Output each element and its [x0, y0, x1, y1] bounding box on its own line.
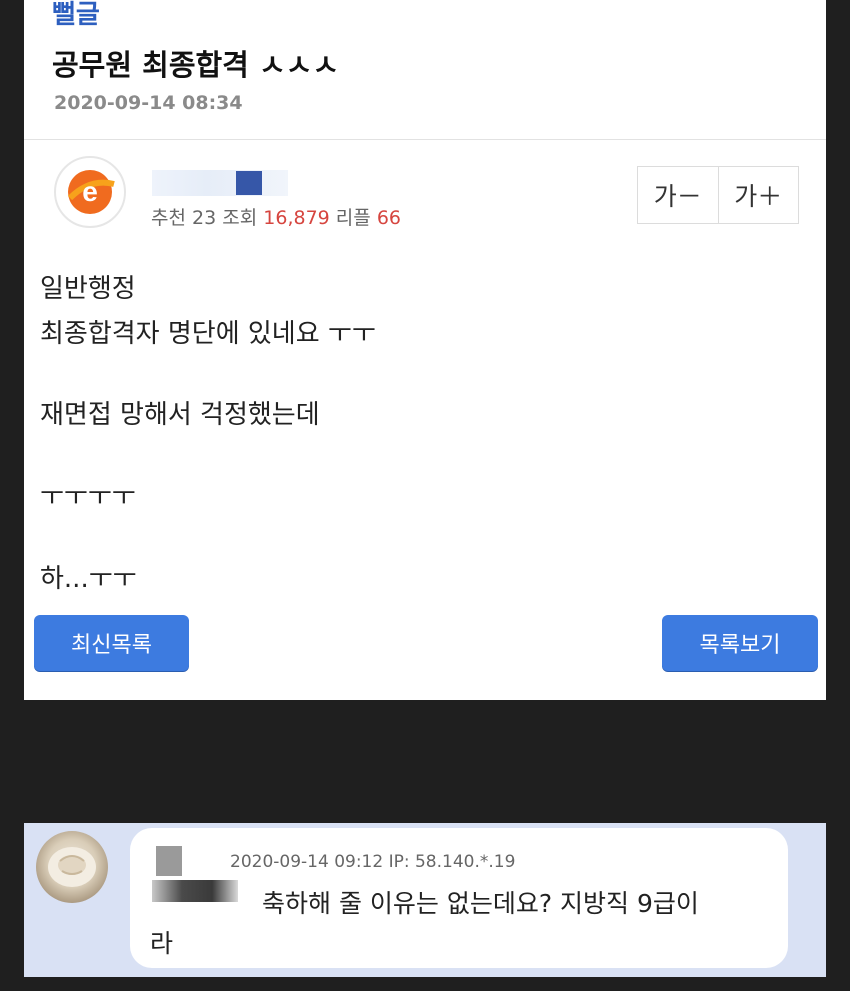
comment-text-line-1: 축하해 줄 이유는 없는데요? 지방직 9급이 [262, 889, 699, 918]
recommend-label: 추천 [151, 207, 186, 229]
commenter-id-redacted [152, 880, 238, 902]
post-category[interactable]: 뻘글 [52, 0, 100, 31]
view-list-button[interactable]: 목록보기 [662, 615, 818, 671]
commenter-name-redacted [156, 846, 182, 876]
comment-bubble: 2020-09-14 09:12 IP: 58.140.*.19 축하해 줄 이… [130, 828, 788, 968]
author-name-redacted [152, 170, 288, 196]
replies-count: 66 [376, 207, 401, 229]
author-logo-icon[interactable]: e [54, 156, 126, 228]
post-date: 2020-09-14 08:34 [54, 92, 243, 114]
e-logo-icon: e [67, 170, 115, 214]
replies-label: 리플 [335, 207, 371, 229]
comment-text-line-2: 라 [150, 929, 174, 958]
body-line-4: ㅜㅜㅜㅜ [40, 482, 136, 512]
latest-list-button[interactable]: 최신목록 [34, 615, 189, 671]
comment-panel: 2020-09-14 09:12 IP: 58.140.*.19 축하해 줄 이… [24, 823, 826, 977]
body-line-5: 하...ㅜㅜ [40, 564, 137, 594]
body-line-2: 최종합격자 명단에 있네요 ㅜㅜ [40, 319, 376, 349]
author-badge [236, 171, 262, 195]
food-photo-icon [48, 847, 96, 887]
body-line-1: 일반행정 [40, 274, 136, 304]
views-label: 조회 [222, 207, 258, 229]
post-card: 뻘글 공무원 최종합격 ㅅㅅㅅ 2020-09-14 08:34 e 추천 23… [24, 0, 826, 700]
comment-meta: 2020-09-14 09:12 IP: 58.140.*.19 [230, 852, 516, 872]
views-count: 16,879 [263, 207, 330, 229]
recommend-count: 23 [192, 207, 217, 229]
post-title: 공무원 최종합격 ㅅㅅㅅ [52, 48, 339, 82]
header-divider [24, 139, 826, 140]
font-increase-button[interactable]: 가＋ [717, 167, 799, 223]
commenter-avatar[interactable] [36, 831, 108, 903]
body-line-3: 재면접 망해서 걱정했는데 [40, 400, 320, 430]
post-stats: 추천 23 조회 16,879 리플 66 [151, 203, 401, 230]
font-size-control: 가－ 가＋ [637, 166, 799, 224]
svg-text:e: e [82, 176, 98, 207]
font-decrease-button[interactable]: 가－ [638, 167, 718, 223]
